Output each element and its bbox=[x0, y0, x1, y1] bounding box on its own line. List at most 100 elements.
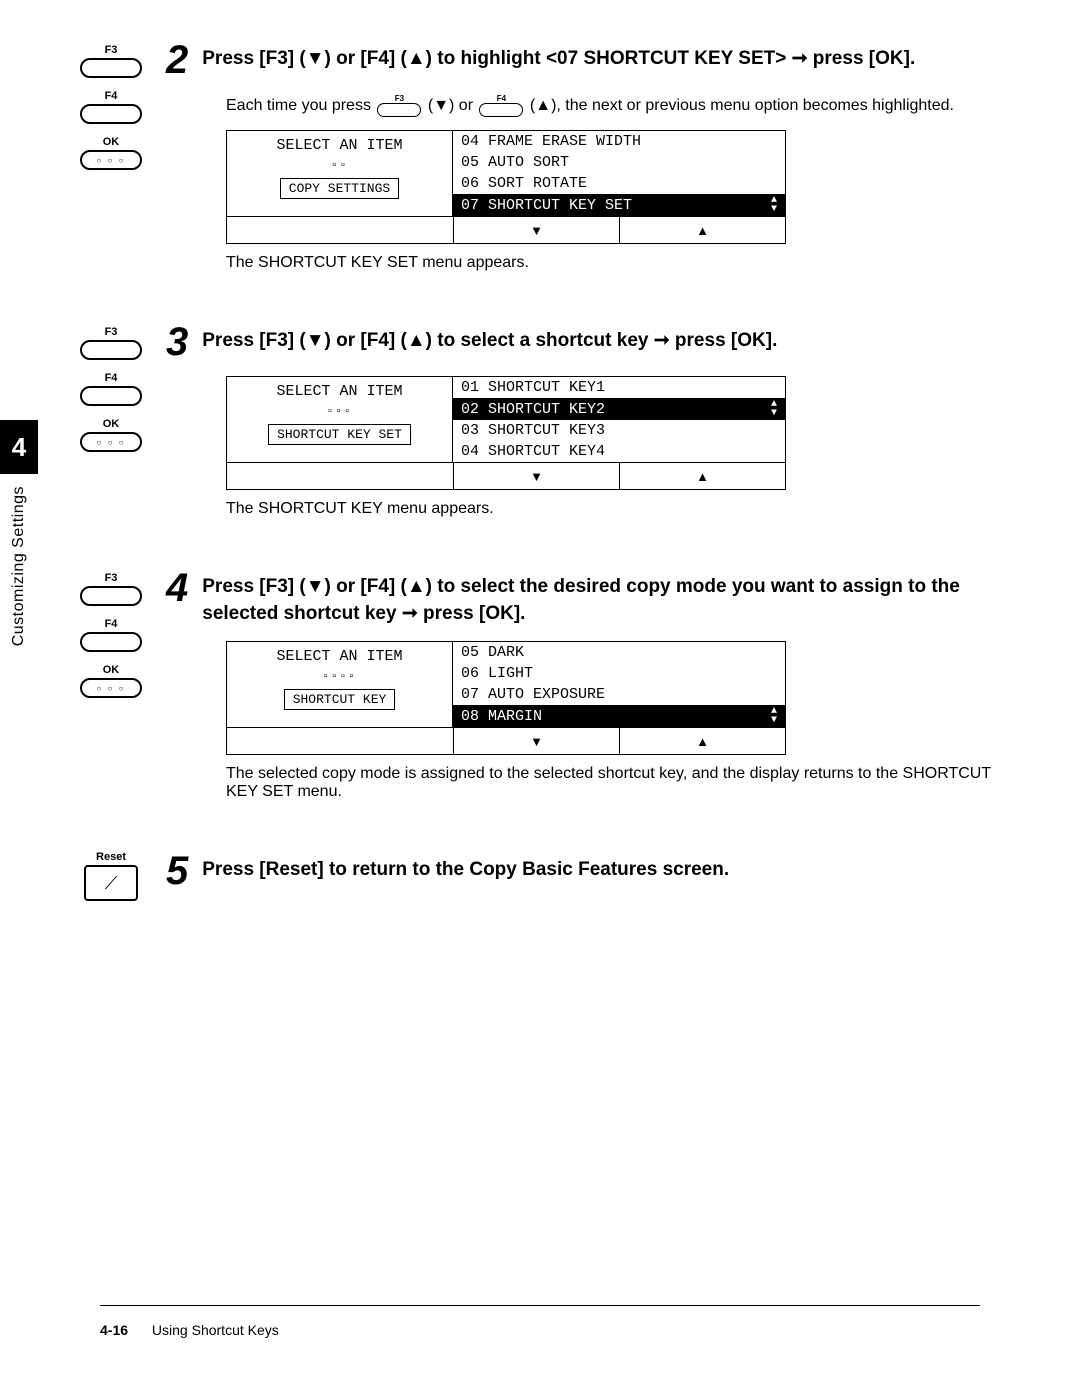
lcd-screen: SELECT AN ITEM ▫▫▫ SHORTCUT KEY SET 01 S… bbox=[226, 376, 786, 490]
f4-shape bbox=[80, 386, 142, 406]
step-5: Reset ⟋ 5 Press [Reset] to return to the… bbox=[56, 851, 1020, 905]
ok-key: OK ○ ○ ○ bbox=[80, 664, 142, 698]
side-tab: 4 Customizing Settings bbox=[0, 420, 38, 660]
step-4: F3 F4 OK ○ ○ ○ 4 Press [F3] (▼) or [F4] (… bbox=[56, 568, 1020, 801]
inline-key-shape bbox=[479, 103, 523, 117]
lcd-row-text: 04 SHORTCUT KEY4 bbox=[461, 443, 605, 460]
lcd-crumb: ▫▫▫ bbox=[327, 406, 353, 418]
f3-label: F3 bbox=[105, 326, 118, 338]
lcd-crumb: ▫▫ bbox=[331, 160, 348, 172]
step-title: Press [Reset] to return to the Copy Basi… bbox=[202, 851, 729, 884]
lcd-row-selected: 07 SHORTCUT KEY SET ▲▼ bbox=[453, 194, 785, 216]
step-caption: The selected copy mode is assigned to th… bbox=[226, 765, 1020, 801]
step-2: F3 F4 OK ○ ○ ○ 2 Press [F3] (▼) or [F4] … bbox=[56, 40, 1020, 272]
step-number: 3 bbox=[166, 322, 188, 362]
f4-label: F4 bbox=[105, 618, 118, 630]
lcd-row: 05 AUTO SORT bbox=[453, 152, 785, 173]
f4-key: F4 bbox=[80, 618, 142, 652]
reset-shape: ⟋ bbox=[84, 865, 138, 901]
lcd-down-button: ▼ bbox=[453, 463, 619, 489]
step-caption: The SHORTCUT KEY menu appears. bbox=[226, 500, 1020, 518]
keystack-2: F3 F4 OK ○ ○ ○ bbox=[56, 40, 166, 170]
reset-key: Reset ⟋ bbox=[84, 851, 138, 901]
keystack-4: F3 F4 OK ○ ○ ○ bbox=[56, 568, 166, 698]
lcd-spacer bbox=[227, 728, 453, 754]
scroll-arrows-icon: ▲▼ bbox=[771, 707, 777, 725]
reset-label: Reset bbox=[96, 851, 126, 863]
step-desc: Each time you press F3 (▼) or F4 (▲), th… bbox=[226, 94, 1020, 118]
lcd-row-text: 03 SHORTCUT KEY3 bbox=[461, 422, 605, 439]
f3-label: F3 bbox=[105, 44, 118, 56]
step-number: 4 bbox=[166, 568, 188, 608]
ok-key: OK ○ ○ ○ bbox=[80, 418, 142, 452]
chapter-label: Customizing Settings bbox=[10, 486, 28, 646]
lcd-row: 01 SHORTCUT KEY1 bbox=[453, 377, 785, 398]
step-3: F3 F4 OK ○ ○ ○ 3 Press [F3] (▼) or [F4] (… bbox=[56, 322, 1020, 518]
ok-label: OK bbox=[103, 664, 120, 676]
ok-shape: ○ ○ ○ bbox=[80, 678, 142, 698]
lcd-crumb-box: COPY SETTINGS bbox=[280, 178, 399, 199]
lcd-row: 04 SHORTCUT KEY4 bbox=[453, 441, 785, 462]
lcd-left-title: SELECT AN ITEM bbox=[276, 137, 402, 154]
lcd-row-text: 01 SHORTCUT KEY1 bbox=[461, 379, 605, 396]
lcd-row-text: 08 MARGIN bbox=[461, 708, 542, 725]
lcd-up-button: ▲ bbox=[619, 217, 785, 243]
ok-label: OK bbox=[103, 136, 120, 148]
keystack-3: F3 F4 OK ○ ○ ○ bbox=[56, 322, 166, 452]
f4-label: F4 bbox=[105, 372, 118, 384]
lcd-up-button: ▲ bbox=[619, 463, 785, 489]
lcd-row-text: 06 LIGHT bbox=[461, 665, 533, 682]
lcd-row: 03 SHORTCUT KEY3 bbox=[453, 420, 785, 441]
lcd-row-text: 05 DARK bbox=[461, 644, 524, 661]
inline-f4-label: F4 bbox=[497, 95, 506, 103]
inline-f4-icon: F4 bbox=[479, 95, 523, 117]
desc-part-b: (▼) or bbox=[428, 97, 478, 114]
inline-key-shape bbox=[377, 103, 421, 117]
f4-label: F4 bbox=[105, 90, 118, 102]
step-title: Press [F3] (▼) or [F4] (▲) to select the… bbox=[202, 568, 1020, 627]
step-title: Press [F3] (▼) or [F4] (▲) to highlight … bbox=[202, 40, 915, 73]
step-number: 5 bbox=[166, 851, 188, 891]
lcd-left-title: SELECT AN ITEM bbox=[276, 383, 402, 400]
f3-key: F3 bbox=[80, 572, 142, 606]
f3-label: F3 bbox=[105, 572, 118, 584]
lcd-row-text: 06 SORT ROTATE bbox=[461, 175, 587, 192]
step-number: 2 bbox=[166, 40, 188, 80]
lcd-crumb: ▫▫▫▫ bbox=[322, 671, 356, 683]
scroll-arrows-icon: ▲▼ bbox=[771, 196, 777, 214]
lcd-row-text: 07 SHORTCUT KEY SET bbox=[461, 197, 632, 214]
lcd-down-button: ▼ bbox=[453, 217, 619, 243]
lcd-screen: SELECT AN ITEM ▫▫▫▫ SHORTCUT KEY 05 DARK… bbox=[226, 641, 786, 755]
desc-part-a: Each time you press bbox=[226, 97, 375, 114]
ok-shape: ○ ○ ○ bbox=[80, 150, 142, 170]
step-title: Press [F3] (▼) or [F4] (▲) to select a s… bbox=[202, 322, 777, 355]
f3-shape bbox=[80, 586, 142, 606]
f3-shape bbox=[80, 340, 142, 360]
footer-title: Using Shortcut Keys bbox=[152, 1322, 279, 1338]
lcd-spacer bbox=[227, 463, 453, 489]
lcd-up-button: ▲ bbox=[619, 728, 785, 754]
scroll-arrows-icon: ▲▼ bbox=[771, 400, 777, 418]
lcd-row-text: 02 SHORTCUT KEY2 bbox=[461, 401, 605, 418]
lcd-row: 04 FRAME ERASE WIDTH bbox=[453, 131, 785, 152]
lcd-row-text: 07 AUTO EXPOSURE bbox=[461, 686, 605, 703]
step-caption: The SHORTCUT KEY SET menu appears. bbox=[226, 254, 1020, 272]
lcd-crumb-box: SHORTCUT KEY SET bbox=[268, 424, 411, 445]
lcd-row-selected: 02 SHORTCUT KEY2 ▲▼ bbox=[453, 398, 785, 420]
f4-key: F4 bbox=[80, 90, 142, 124]
keystack-5: Reset ⟋ bbox=[56, 851, 166, 901]
lcd-row: 06 SORT ROTATE bbox=[453, 173, 785, 194]
page-number: 4-16 bbox=[100, 1322, 128, 1338]
ok-label: OK bbox=[103, 418, 120, 430]
lcd-down-button: ▼ bbox=[453, 728, 619, 754]
f4-shape bbox=[80, 632, 142, 652]
f3-shape bbox=[80, 58, 142, 78]
f4-key: F4 bbox=[80, 372, 142, 406]
lcd-row: 05 DARK bbox=[453, 642, 785, 663]
ok-shape: ○ ○ ○ bbox=[80, 432, 142, 452]
lcd-left-title: SELECT AN ITEM bbox=[276, 648, 402, 665]
lcd-row: 06 LIGHT bbox=[453, 663, 785, 684]
lcd-spacer bbox=[227, 217, 453, 243]
inline-f3-icon: F3 bbox=[377, 95, 421, 117]
f3-key: F3 bbox=[80, 44, 142, 78]
